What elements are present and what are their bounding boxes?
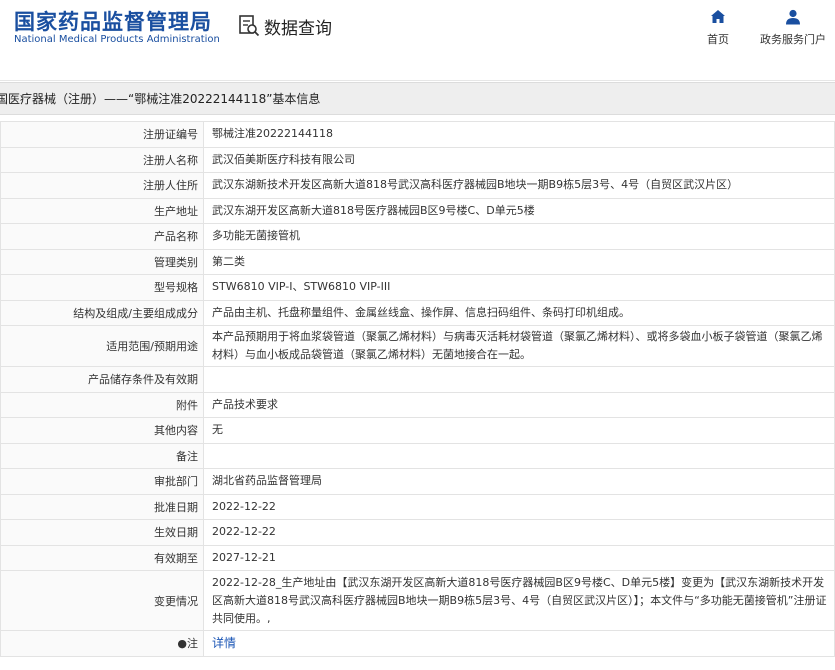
table-row: ●注 详情 bbox=[0, 630, 835, 657]
table-row: 备注 bbox=[0, 442, 835, 469]
row-label: 其他内容 bbox=[0, 417, 204, 444]
row-label: 审批部门 bbox=[0, 468, 204, 495]
table-row: 变更情况 2022-12-28_生产地址由【武汉东湖开发区高新大道818号医疗器械… bbox=[0, 570, 835, 631]
nav-home-label: 首页 bbox=[707, 33, 729, 46]
row-value: 2027-12-21 bbox=[203, 544, 835, 571]
table-row: 适用范围/预期用途 本产品预期用于将血浆袋管道（聚氯乙烯材料）与病毒灭活耗材袋管道… bbox=[0, 325, 835, 367]
table-row: 生效日期 2022-12-22 bbox=[0, 519, 835, 546]
row-value: 产品技术要求 bbox=[203, 391, 835, 418]
row-label: ●注 bbox=[0, 630, 204, 657]
site-logo[interactable]: 国家药品监督管理局 National Medical Products Admi… bbox=[0, 0, 220, 66]
record-title-bar: 国医疗器械（注册）——“鄂械注准20222144118”基本信息 bbox=[0, 82, 835, 115]
table-row: 产品储存条件及有效期 bbox=[0, 366, 835, 393]
row-value bbox=[203, 442, 835, 469]
row-label: 产品名称 bbox=[0, 223, 204, 250]
table-row: 注册证编号 鄂械注准20222144118 bbox=[0, 121, 835, 148]
row-label: 注册人名称 bbox=[0, 146, 204, 173]
row-value: 2022-12-22 bbox=[203, 519, 835, 546]
row-label: 变更情况 bbox=[0, 570, 204, 631]
row-value: 多功能无菌接管机 bbox=[203, 223, 835, 250]
table-row: 其他内容无 bbox=[0, 417, 835, 444]
table-row: 有效期至 2027-12-21 bbox=[0, 544, 835, 571]
row-value: 本产品预期用于将血浆袋管道（聚氯乙烯材料）与病毒灭活耗材袋管道（聚氯乙烯材料）、… bbox=[203, 325, 835, 367]
table-row: 生产地址 武汉东湖开发区高新大道818号医疗器械园B区9号楼C、D单元5楼 bbox=[0, 197, 835, 224]
row-value: 鄂械注准20222144118 bbox=[203, 121, 835, 148]
table-row: 管理类别 第二类 bbox=[0, 248, 835, 275]
table-row: 注册人住所 武汉东湖新技术开发区高新大道818号武汉高科医疗器械园B地块一期B9栋… bbox=[0, 172, 835, 199]
row-value: 详情 bbox=[203, 630, 835, 657]
row-value: 第二类 bbox=[203, 248, 835, 275]
table-row: 产品名称 多功能无菌接管机 bbox=[0, 223, 835, 250]
home-icon bbox=[711, 10, 725, 23]
row-label: 产品储存条件及有效期 bbox=[0, 366, 204, 393]
table-row: 审批部门 湖北省药品监督管理局 bbox=[0, 468, 835, 495]
row-value: 武汉佰美斯医疗科技有限公司 bbox=[203, 146, 835, 173]
device-info-table: 注册证编号 鄂械注准20222144118 注册人名称 武汉佰美斯医疗科技有限公司 … bbox=[0, 121, 835, 657]
row-label: 有效期至 bbox=[0, 544, 204, 571]
user-icon bbox=[786, 9, 800, 25]
row-label: 生产地址 bbox=[0, 197, 204, 224]
row-value: 湖北省药品监督管理局 bbox=[203, 468, 835, 495]
row-value: 武汉东湖开发区高新大道818号医疗器械园B区9号楼C、D单元5楼 bbox=[203, 197, 835, 224]
row-value: 2022-12-28_生产地址由【武汉东湖开发区高新大道818号医疗器械园B区9… bbox=[203, 570, 835, 631]
table-row: 批准日期 2022-12-22 bbox=[0, 493, 835, 520]
record-title: 国医疗器械（注册）——“鄂械注准20222144118”基本信息 bbox=[0, 92, 321, 106]
row-label: 管理类别 bbox=[0, 248, 204, 275]
nav-home[interactable]: 首页 bbox=[700, 8, 736, 47]
table-row: 型号规格 STW6810 VIP-I、STW6810 VIP-III bbox=[0, 274, 835, 301]
table-row: 附件 产品技术要求 bbox=[0, 391, 835, 418]
row-label: 注册证编号 bbox=[0, 121, 204, 148]
row-label: 适用范围/预期用途 bbox=[0, 325, 204, 367]
nav-gov-service-portal-label: 政务服务门户 bbox=[760, 33, 826, 46]
data-query-label: 数据查询 bbox=[264, 18, 332, 39]
row-value: 无 bbox=[203, 417, 835, 444]
row-label: 附件 bbox=[0, 391, 204, 418]
header-divider bbox=[0, 66, 835, 81]
row-value bbox=[203, 366, 835, 393]
nav-gov-service-portal[interactable]: 政务服务门户 bbox=[756, 8, 830, 47]
row-value: 武汉东湖新技术开发区高新大道818号武汉高科医疗器械园B地块一期B9栋5层3号、… bbox=[203, 172, 835, 199]
site-header: 国家药品监督管理局 National Medical Products Admi… bbox=[0, 0, 835, 66]
logo-english-text: National Medical Products Administration bbox=[14, 34, 220, 45]
row-label: 备注 bbox=[0, 442, 204, 469]
row-label: 生效日期 bbox=[0, 519, 204, 546]
row-value: 2022-12-22 bbox=[203, 493, 835, 520]
table-row: 结构及组成/主要组成成分 产品由主机、托盘称量组件、金属丝线盒、操作屏、信息扫码组… bbox=[0, 299, 835, 326]
table-row: 注册人名称 武汉佰美斯医疗科技有限公司 bbox=[0, 146, 835, 173]
row-label: 批准日期 bbox=[0, 493, 204, 520]
details-link[interactable]: 详情 bbox=[212, 636, 236, 650]
document-search-icon bbox=[239, 15, 260, 37]
logo-chinese-text: 国家药品监督管理局 bbox=[14, 10, 212, 34]
row-value: STW6810 VIP-I、STW6810 VIP-III bbox=[203, 274, 835, 301]
row-value: 产品由主机、托盘称量组件、金属丝线盒、操作屏、信息扫码组件、条码打印机组成。 bbox=[203, 299, 835, 326]
row-label: 型号规格 bbox=[0, 274, 204, 301]
row-label: 注册人住所 bbox=[0, 172, 204, 199]
data-query-heading: 数据查询 bbox=[238, 12, 332, 40]
row-label: 结构及组成/主要组成成分 bbox=[0, 299, 204, 326]
